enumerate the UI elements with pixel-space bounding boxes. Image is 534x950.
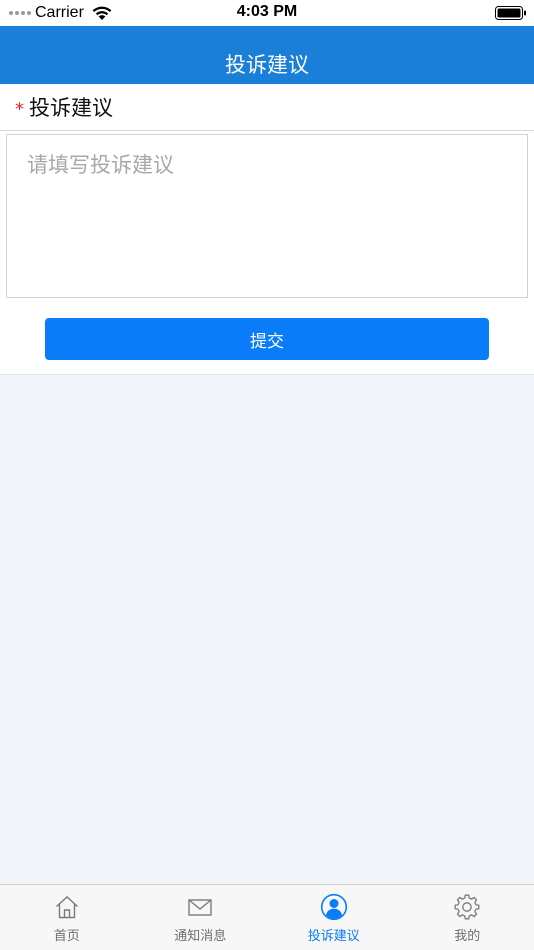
app-screen: Carrier 4:03 PM 投诉建议 * 投诉建议 提交 — [0, 0, 534, 950]
complaint-form: * 投诉建议 提交 — [0, 84, 534, 375]
status-time: 4:03 PM — [236, 3, 298, 20]
page-title: 投诉建议 — [225, 53, 309, 77]
tab-complaints[interactable]: 投诉建议 — [267, 885, 401, 950]
navigation-bar: 投诉建议 — [0, 26, 534, 84]
status-bar: Carrier 4:03 PM — [0, 0, 534, 26]
submit-button[interactable]: 提交 — [45, 318, 489, 360]
field-label: 投诉建议 — [29, 96, 113, 120]
field-label-row: * 投诉建议 — [0, 84, 534, 131]
tab-notifications[interactable]: 通知消息 — [134, 885, 268, 950]
gear-icon — [453, 893, 481, 921]
tab-profile[interactable]: 我的 — [401, 885, 534, 950]
complaint-textarea-wrapper — [6, 134, 528, 298]
required-mark: * — [15, 98, 24, 120]
tab-label: 我的 — [454, 929, 481, 944]
tab-bar: 首页 通知消息 投诉建议 我的 — [0, 884, 534, 950]
tab-label: 通知消息 — [174, 929, 227, 944]
tab-home[interactable]: 首页 — [0, 885, 134, 950]
battery-icon — [495, 6, 526, 20]
tab-label: 投诉建议 — [307, 929, 360, 944]
user-icon — [320, 893, 348, 921]
tab-label: 首页 — [53, 929, 80, 944]
complaint-textarea[interactable] — [7, 135, 527, 297]
home-icon — [53, 893, 81, 921]
mail-icon — [186, 893, 214, 921]
